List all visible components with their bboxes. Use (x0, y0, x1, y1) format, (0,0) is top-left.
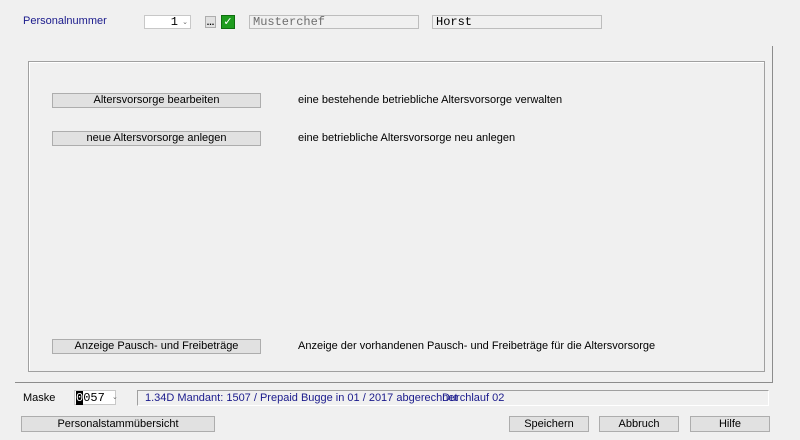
maske-label: Maske (23, 392, 56, 404)
allowances-description: Anzeige der vorhandenen Pausch- und Frei… (298, 340, 656, 352)
edit-pension-description: eine bestehende betriebliche Altersvorso… (298, 94, 563, 106)
save-button[interactable]: Speichern (509, 416, 589, 432)
personalnummer-value: 1 (170, 15, 178, 29)
durchlauf-status: Durchlauf 02 (442, 392, 505, 404)
new-pension-description: eine betriebliche Altersvorsorge neu anl… (298, 132, 516, 144)
overview-button[interactable]: Personalstammübersicht (21, 416, 215, 432)
maske-input[interactable]: 0057 ⌄ (74, 390, 118, 405)
chevron-down-icon[interactable]: ⌄ (112, 393, 118, 401)
vorname-field: Horst (432, 15, 602, 29)
allowances-button[interactable]: Anzeige Pausch- und Freibeträge (52, 339, 261, 354)
mandant-status: 1.34D Mandant: 1507 / Prepaid Bugge in 0… (145, 392, 458, 404)
status-bar: 1.34D Mandant: 1507 / Prepaid Bugge in 0… (137, 390, 769, 406)
chevron-down-icon[interactable]: ⌄ (182, 16, 188, 29)
nachname-field: Musterchef (249, 15, 419, 29)
lookup-button[interactable]: ... (205, 16, 216, 28)
vorname-value: Horst (436, 15, 473, 29)
cancel-button[interactable]: Abbruch (599, 416, 679, 432)
personalnummer-input[interactable]: 1 ⌄ (144, 15, 191, 29)
personalnummer-label: Personalnummer (23, 15, 107, 27)
maske-value: 057 (83, 391, 105, 405)
help-button[interactable]: Hilfe (690, 416, 770, 432)
new-pension-button[interactable]: neue Altersvorsorge anlegen (52, 131, 261, 146)
edit-pension-button[interactable]: Altersvorsorge bearbeiten (52, 93, 261, 108)
check-icon: ✓ (221, 15, 235, 29)
nachname-value: Musterchef (253, 15, 326, 29)
